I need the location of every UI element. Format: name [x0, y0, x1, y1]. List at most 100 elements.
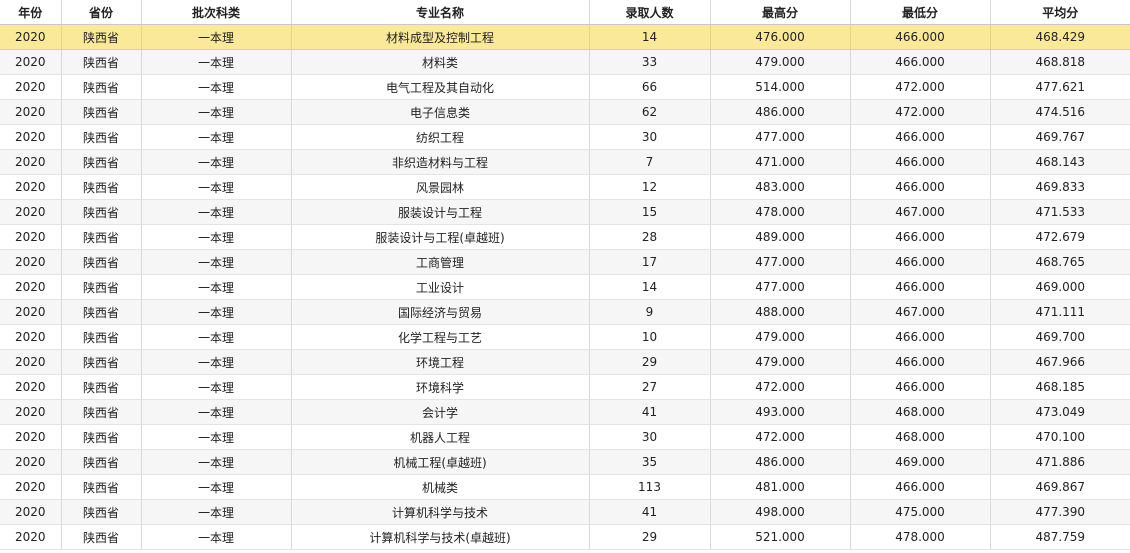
cell-max-score: 486.000	[710, 99, 851, 125]
column-header-enrolled[interactable]: 录取人数	[589, 0, 711, 25]
column-header-batch[interactable]: 批次科类	[141, 0, 292, 25]
cell-max-score: 493.000	[710, 399, 851, 425]
table-row[interactable]: 2020 陕西省 一本理 材料成型及控制工程 14 476.000 466.000 468.4…	[0, 24, 1130, 50]
table-row[interactable]: 2020 陕西省 一本理 服装设计与工程(卓越班) 28 489.000 466.000 47…	[0, 224, 1130, 250]
cell-min-score: 466.000	[850, 274, 991, 300]
cell-avg-score: 468.429	[990, 24, 1130, 50]
cell-year: 2020	[0, 499, 62, 525]
cell-major: 计算机科学与技术(卓越班)	[291, 524, 590, 550]
table-row[interactable]: 2020 陕西省 一本理 风景园林 12 483.000 466.000 469.833	[0, 174, 1130, 200]
cell-min-score: 468.000	[850, 399, 991, 425]
cell-max-score: 476.000	[710, 24, 851, 50]
table-row[interactable]: 2020 陕西省 一本理 非织造材料与工程 7 471.000 466.000 468.143	[0, 149, 1130, 175]
table-row[interactable]: 2020 陕西省 一本理 化学工程与工艺 10 479.000 466.000 469.700	[0, 324, 1130, 350]
cell-major: 会计学	[291, 399, 590, 425]
cell-province: 陕西省	[61, 524, 142, 550]
cell-province: 陕西省	[61, 399, 142, 425]
cell-enrolled: 7	[589, 149, 711, 175]
cell-avg-score: 468.765	[990, 249, 1130, 275]
cell-enrolled: 27	[589, 374, 711, 400]
cell-avg-score: 469.833	[990, 174, 1130, 200]
cell-max-score: 472.000	[710, 424, 851, 450]
cell-year: 2020	[0, 424, 62, 450]
table-body: 2020 陕西省 一本理 材料成型及控制工程 14 476.000 466.000 468.4…	[0, 24, 1130, 550]
cell-batch: 一本理	[141, 124, 292, 150]
column-header-year[interactable]: 年份	[0, 0, 62, 25]
table-row[interactable]: 2020 陕西省 一本理 机械类 113 481.000 466.000 469.867	[0, 474, 1130, 500]
cell-min-score: 478.000	[850, 524, 991, 550]
cell-major: 材料类	[291, 49, 590, 75]
cell-province: 陕西省	[61, 449, 142, 475]
cell-avg-score: 469.000	[990, 274, 1130, 300]
cell-min-score: 466.000	[850, 374, 991, 400]
table-row[interactable]: 2020 陕西省 一本理 计算机科学与技术 41 498.000 475.000 477.39…	[0, 499, 1130, 525]
cell-min-score: 475.000	[850, 499, 991, 525]
table-row[interactable]: 2020 陕西省 一本理 机械工程(卓越班) 35 486.000 469.000 471.8…	[0, 449, 1130, 475]
column-header-province[interactable]: 省份	[61, 0, 142, 25]
column-header-max-score[interactable]: 最高分	[710, 0, 851, 25]
cell-province: 陕西省	[61, 374, 142, 400]
cell-enrolled: 17	[589, 249, 711, 275]
cell-batch: 一本理	[141, 249, 292, 275]
cell-batch: 一本理	[141, 199, 292, 225]
cell-year: 2020	[0, 149, 62, 175]
cell-enrolled: 30	[589, 124, 711, 150]
cell-province: 陕西省	[61, 474, 142, 500]
table-row[interactable]: 2020 陕西省 一本理 会计学 41 493.000 468.000 473.049	[0, 399, 1130, 425]
cell-avg-score: 471.111	[990, 299, 1130, 325]
cell-enrolled: 41	[589, 499, 711, 525]
cell-max-score: 488.000	[710, 299, 851, 325]
table-row[interactable]: 2020 陕西省 一本理 机器人工程 30 472.000 468.000 470.100	[0, 424, 1130, 450]
cell-enrolled: 12	[589, 174, 711, 200]
table-row[interactable]: 2020 陕西省 一本理 纺织工程 30 477.000 466.000 469.767	[0, 124, 1130, 150]
cell-major: 电子信息类	[291, 99, 590, 125]
table-row[interactable]: 2020 陕西省 一本理 环境工程 29 479.000 466.000 467.966	[0, 349, 1130, 375]
table-row[interactable]: 2020 陕西省 一本理 工业设计 14 477.000 466.000 469.000	[0, 274, 1130, 300]
cell-province: 陕西省	[61, 224, 142, 250]
cell-avg-score: 477.621	[990, 74, 1130, 100]
cell-year: 2020	[0, 349, 62, 375]
cell-batch: 一本理	[141, 224, 292, 250]
cell-year: 2020	[0, 274, 62, 300]
cell-major: 服装设计与工程	[291, 199, 590, 225]
column-header-min-score[interactable]: 最低分	[850, 0, 991, 25]
cell-major: 非织造材料与工程	[291, 149, 590, 175]
table-row[interactable]: 2020 陕西省 一本理 工商管理 17 477.000 466.000 468.765	[0, 249, 1130, 275]
cell-max-score: 486.000	[710, 449, 851, 475]
column-header-major[interactable]: 专业名称	[291, 0, 590, 25]
cell-major: 工业设计	[291, 274, 590, 300]
cell-year: 2020	[0, 249, 62, 275]
cell-batch: 一本理	[141, 74, 292, 100]
cell-batch: 一本理	[141, 499, 292, 525]
cell-major: 服装设计与工程(卓越班)	[291, 224, 590, 250]
cell-year: 2020	[0, 174, 62, 200]
table-row[interactable]: 2020 陕西省 一本理 服装设计与工程 15 478.000 467.000 471.533	[0, 199, 1130, 225]
cell-year: 2020	[0, 74, 62, 100]
column-header-avg-score[interactable]: 平均分	[990, 0, 1130, 25]
cell-avg-score: 469.867	[990, 474, 1130, 500]
cell-min-score: 472.000	[850, 99, 991, 125]
table-row[interactable]: 2020 陕西省 一本理 国际经济与贸易 9 488.000 467.000 471.111	[0, 299, 1130, 325]
cell-enrolled: 14	[589, 274, 711, 300]
cell-min-score: 468.000	[850, 424, 991, 450]
table-row[interactable]: 2020 陕西省 一本理 电子信息类 62 486.000 472.000 474.516	[0, 99, 1130, 125]
header-row: 年份 省份 批次科类 专业名称 录取人数 最高分 最低分 平均分	[0, 0, 1130, 25]
cell-year: 2020	[0, 224, 62, 250]
table-row[interactable]: 2020 陕西省 一本理 环境科学 27 472.000 466.000 468.185	[0, 374, 1130, 400]
cell-province: 陕西省	[61, 324, 142, 350]
cell-batch: 一本理	[141, 449, 292, 475]
cell-batch: 一本理	[141, 474, 292, 500]
cell-avg-score: 468.143	[990, 149, 1130, 175]
cell-min-score: 466.000	[850, 174, 991, 200]
cell-province: 陕西省	[61, 74, 142, 100]
table-row[interactable]: 2020 陕西省 一本理 材料类 33 479.000 466.000 468.818	[0, 49, 1130, 75]
cell-batch: 一本理	[141, 24, 292, 50]
table-row[interactable]: 2020 陕西省 一本理 计算机科学与技术(卓越班) 29 521.000 478.000 4…	[0, 524, 1130, 550]
table-row[interactable]: 2020 陕西省 一本理 电气工程及其自动化 66 514.000 472.000 477.6…	[0, 74, 1130, 100]
cell-enrolled: 29	[589, 524, 711, 550]
cell-avg-score: 474.516	[990, 99, 1130, 125]
cell-major: 电气工程及其自动化	[291, 74, 590, 100]
cell-major: 机器人工程	[291, 424, 590, 450]
admission-scores-table: 年份 省份 批次科类 专业名称 录取人数 最高分 最低分 平均分 2020 陕西省…	[0, 0, 1130, 550]
cell-year: 2020	[0, 99, 62, 125]
